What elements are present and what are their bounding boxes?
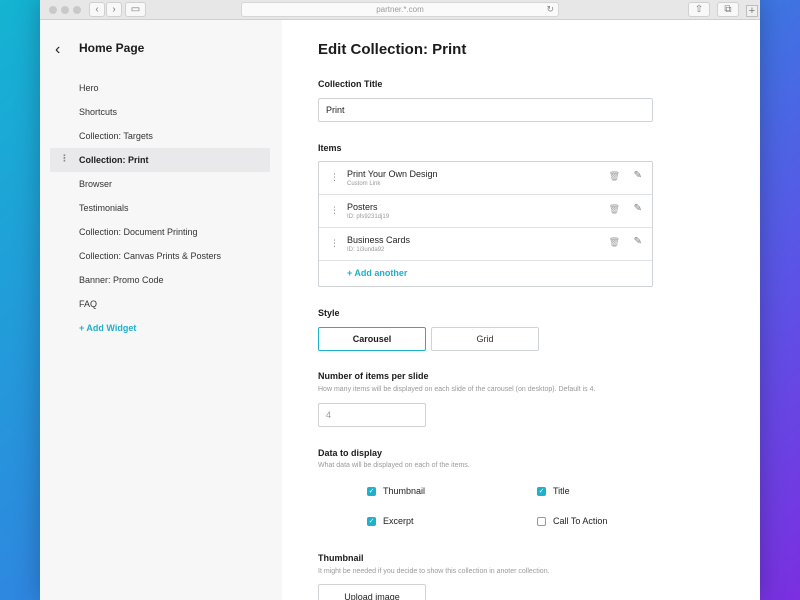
edit-panel: Edit Collection: Print Collection Title … — [282, 20, 760, 600]
collection-title-label: Collection Title — [318, 79, 383, 89]
pencil-icon[interactable]: ✎ — [634, 236, 642, 247]
page-title: Edit Collection: Print — [318, 41, 467, 58]
data-to-display-help: What data will be displayed on each of t… — [318, 462, 470, 469]
sidebar-item-shortcuts[interactable]: Shortcuts — [50, 100, 270, 124]
sidebar-item-label: Shortcuts — [79, 107, 118, 117]
address-bar[interactable]: partner.*.com ↻ — [241, 2, 559, 17]
list-item[interactable]: ⋮ Posters ID: pfs9231dj19 🗑 ✎ — [319, 195, 652, 228]
trash-icon[interactable]: 🗑 — [609, 171, 620, 182]
item-title: Business Cards — [347, 235, 411, 245]
sidebar-item-label: Hero — [79, 83, 99, 93]
style-label: Style — [318, 308, 340, 318]
sidebar-item-label: FAQ — [79, 299, 98, 309]
sidebar-item-collection-document-printing[interactable]: Collection: Document Printing — [50, 220, 270, 244]
browser-toolbar: ‹ › ▭ partner.*.com ↻ ⇧ ⧉ + — [40, 0, 760, 20]
sidebar-item-collection-canvas-prints[interactable]: Collection: Canvas Prints & Posters — [50, 244, 270, 268]
sidebar-item-label: Collection: Canvas Prints & Posters — [79, 251, 222, 261]
title-checkbox[interactable]: ✓ Title — [537, 486, 570, 496]
add-widget-label: + Add Widget — [79, 323, 137, 333]
item-subtitle: ID: 1i3unda92 — [347, 247, 385, 253]
add-widget-button[interactable]: + Add Widget — [50, 316, 270, 340]
back-icon[interactable]: ‹ — [55, 41, 60, 59]
pencil-icon[interactable]: ✎ — [634, 170, 642, 181]
add-another-button[interactable]: + Add another — [347, 268, 407, 278]
reload-icon[interactable]: ↻ — [546, 4, 554, 15]
drag-handle-icon[interactable]: ⋮ — [60, 154, 69, 163]
item-title: Print Your Own Design — [347, 169, 438, 179]
sidebar-item-collection-print[interactable]: ⋮ Collection: Print — [50, 148, 270, 172]
collection-title-input[interactable]: Print — [318, 98, 653, 122]
new-tab-icon[interactable]: + — [746, 5, 758, 17]
list-item[interactable]: ⋮ Business Cards ID: 1i3unda92 🗑 ✎ — [319, 228, 652, 261]
items-per-slide-input[interactable]: 4 — [318, 403, 426, 427]
drag-handle-icon[interactable]: ⋮ — [330, 173, 339, 182]
thumbnail-label: Thumbnail — [318, 553, 364, 563]
sidebar-item-hero[interactable]: Hero — [50, 76, 270, 100]
thumbnail-checkbox[interactable]: ✓ Thumbnail — [367, 486, 425, 496]
items-per-slide-help: How many items will be displayed on each… — [318, 386, 596, 393]
sidebar-item-label: Testimonials — [79, 203, 129, 213]
items-label: Items — [318, 143, 342, 153]
checkbox-checked-icon[interactable]: ✓ — [367, 516, 376, 526]
drag-handle-icon[interactable]: ⋮ — [330, 239, 339, 248]
widget-list: Hero Shortcuts Collection: Targets ⋮ Col… — [50, 76, 270, 340]
item-subtitle: Custom Link — [347, 181, 381, 187]
thumbnail-help: It might be needed if you decide to show… — [318, 568, 550, 575]
sidebar-item-label: Collection: Print — [79, 155, 149, 165]
items-list: ⋮ Print Your Own Design Custom Link 🗑 ✎ … — [318, 161, 653, 287]
forward-nav-icon[interactable]: › — [106, 2, 122, 17]
checkbox-label: Excerpt — [383, 516, 414, 526]
items-per-slide-label: Number of items per slide — [318, 371, 429, 381]
sidebar-item-label: Collection: Targets — [79, 131, 153, 141]
pencil-icon[interactable]: ✎ — [634, 203, 642, 214]
checkbox-unchecked-icon[interactable] — [537, 516, 546, 526]
sidebar: ‹ Home Page Hero Shortcuts Collection: T… — [40, 20, 282, 600]
url-text: partner.*.com — [376, 5, 424, 14]
zoom-window-dot[interactable] — [73, 6, 81, 14]
call-to-action-checkbox[interactable]: Call To Action — [537, 516, 607, 526]
close-window-dot[interactable] — [49, 6, 57, 14]
excerpt-checkbox[interactable]: ✓ Excerpt — [367, 516, 414, 526]
sidebar-item-collection-targets[interactable]: Collection: Targets — [50, 124, 270, 148]
checkbox-label: Call To Action — [553, 516, 608, 526]
trash-icon[interactable]: 🗑 — [609, 204, 620, 215]
sidebar-title: Home Page — [79, 41, 145, 55]
sidebar-item-faq[interactable]: FAQ — [50, 292, 270, 316]
sidebar-item-label: Browser — [79, 179, 113, 189]
sidebar-item-label: Banner: Promo Code — [79, 275, 164, 285]
sidebar-item-label: Collection: Document Printing — [79, 227, 198, 237]
sidebar-item-browser[interactable]: Browser — [50, 172, 270, 196]
checkbox-checked-icon[interactable]: ✓ — [367, 486, 376, 496]
upload-image-button[interactable]: Upload image — [318, 584, 426, 600]
tabs-overview-icon[interactable]: ⧉ — [717, 2, 739, 17]
checkbox-checked-icon[interactable]: ✓ — [537, 486, 546, 496]
carousel-option-button[interactable]: Carousel — [318, 327, 426, 351]
minimize-window-dot[interactable] — [61, 6, 69, 14]
trash-icon[interactable]: 🗑 — [609, 237, 620, 248]
drag-handle-icon[interactable]: ⋮ — [330, 206, 339, 215]
list-item[interactable]: ⋮ Print Your Own Design Custom Link 🗑 ✎ — [319, 162, 652, 195]
sidebar-item-testimonials[interactable]: Testimonials — [50, 196, 270, 220]
item-subtitle: ID: pfs9231dj19 — [347, 214, 390, 220]
grid-option-button[interactable]: Grid — [431, 327, 539, 351]
sidebar-toggle-icon[interactable]: ▭ — [125, 2, 146, 17]
back-nav-icon[interactable]: ‹ — [89, 2, 105, 17]
sidebar-item-banner-promo-code[interactable]: Banner: Promo Code — [50, 268, 270, 292]
share-icon[interactable]: ⇧ — [688, 2, 710, 17]
item-title: Posters — [347, 202, 378, 212]
checkbox-label: Title — [553, 486, 570, 496]
checkbox-label: Thumbnail — [383, 486, 426, 496]
data-to-display-label: Data to display — [318, 448, 383, 458]
browser-window: ‹ › ▭ partner.*.com ↻ ⇧ ⧉ + ‹ Home Page … — [40, 0, 760, 600]
